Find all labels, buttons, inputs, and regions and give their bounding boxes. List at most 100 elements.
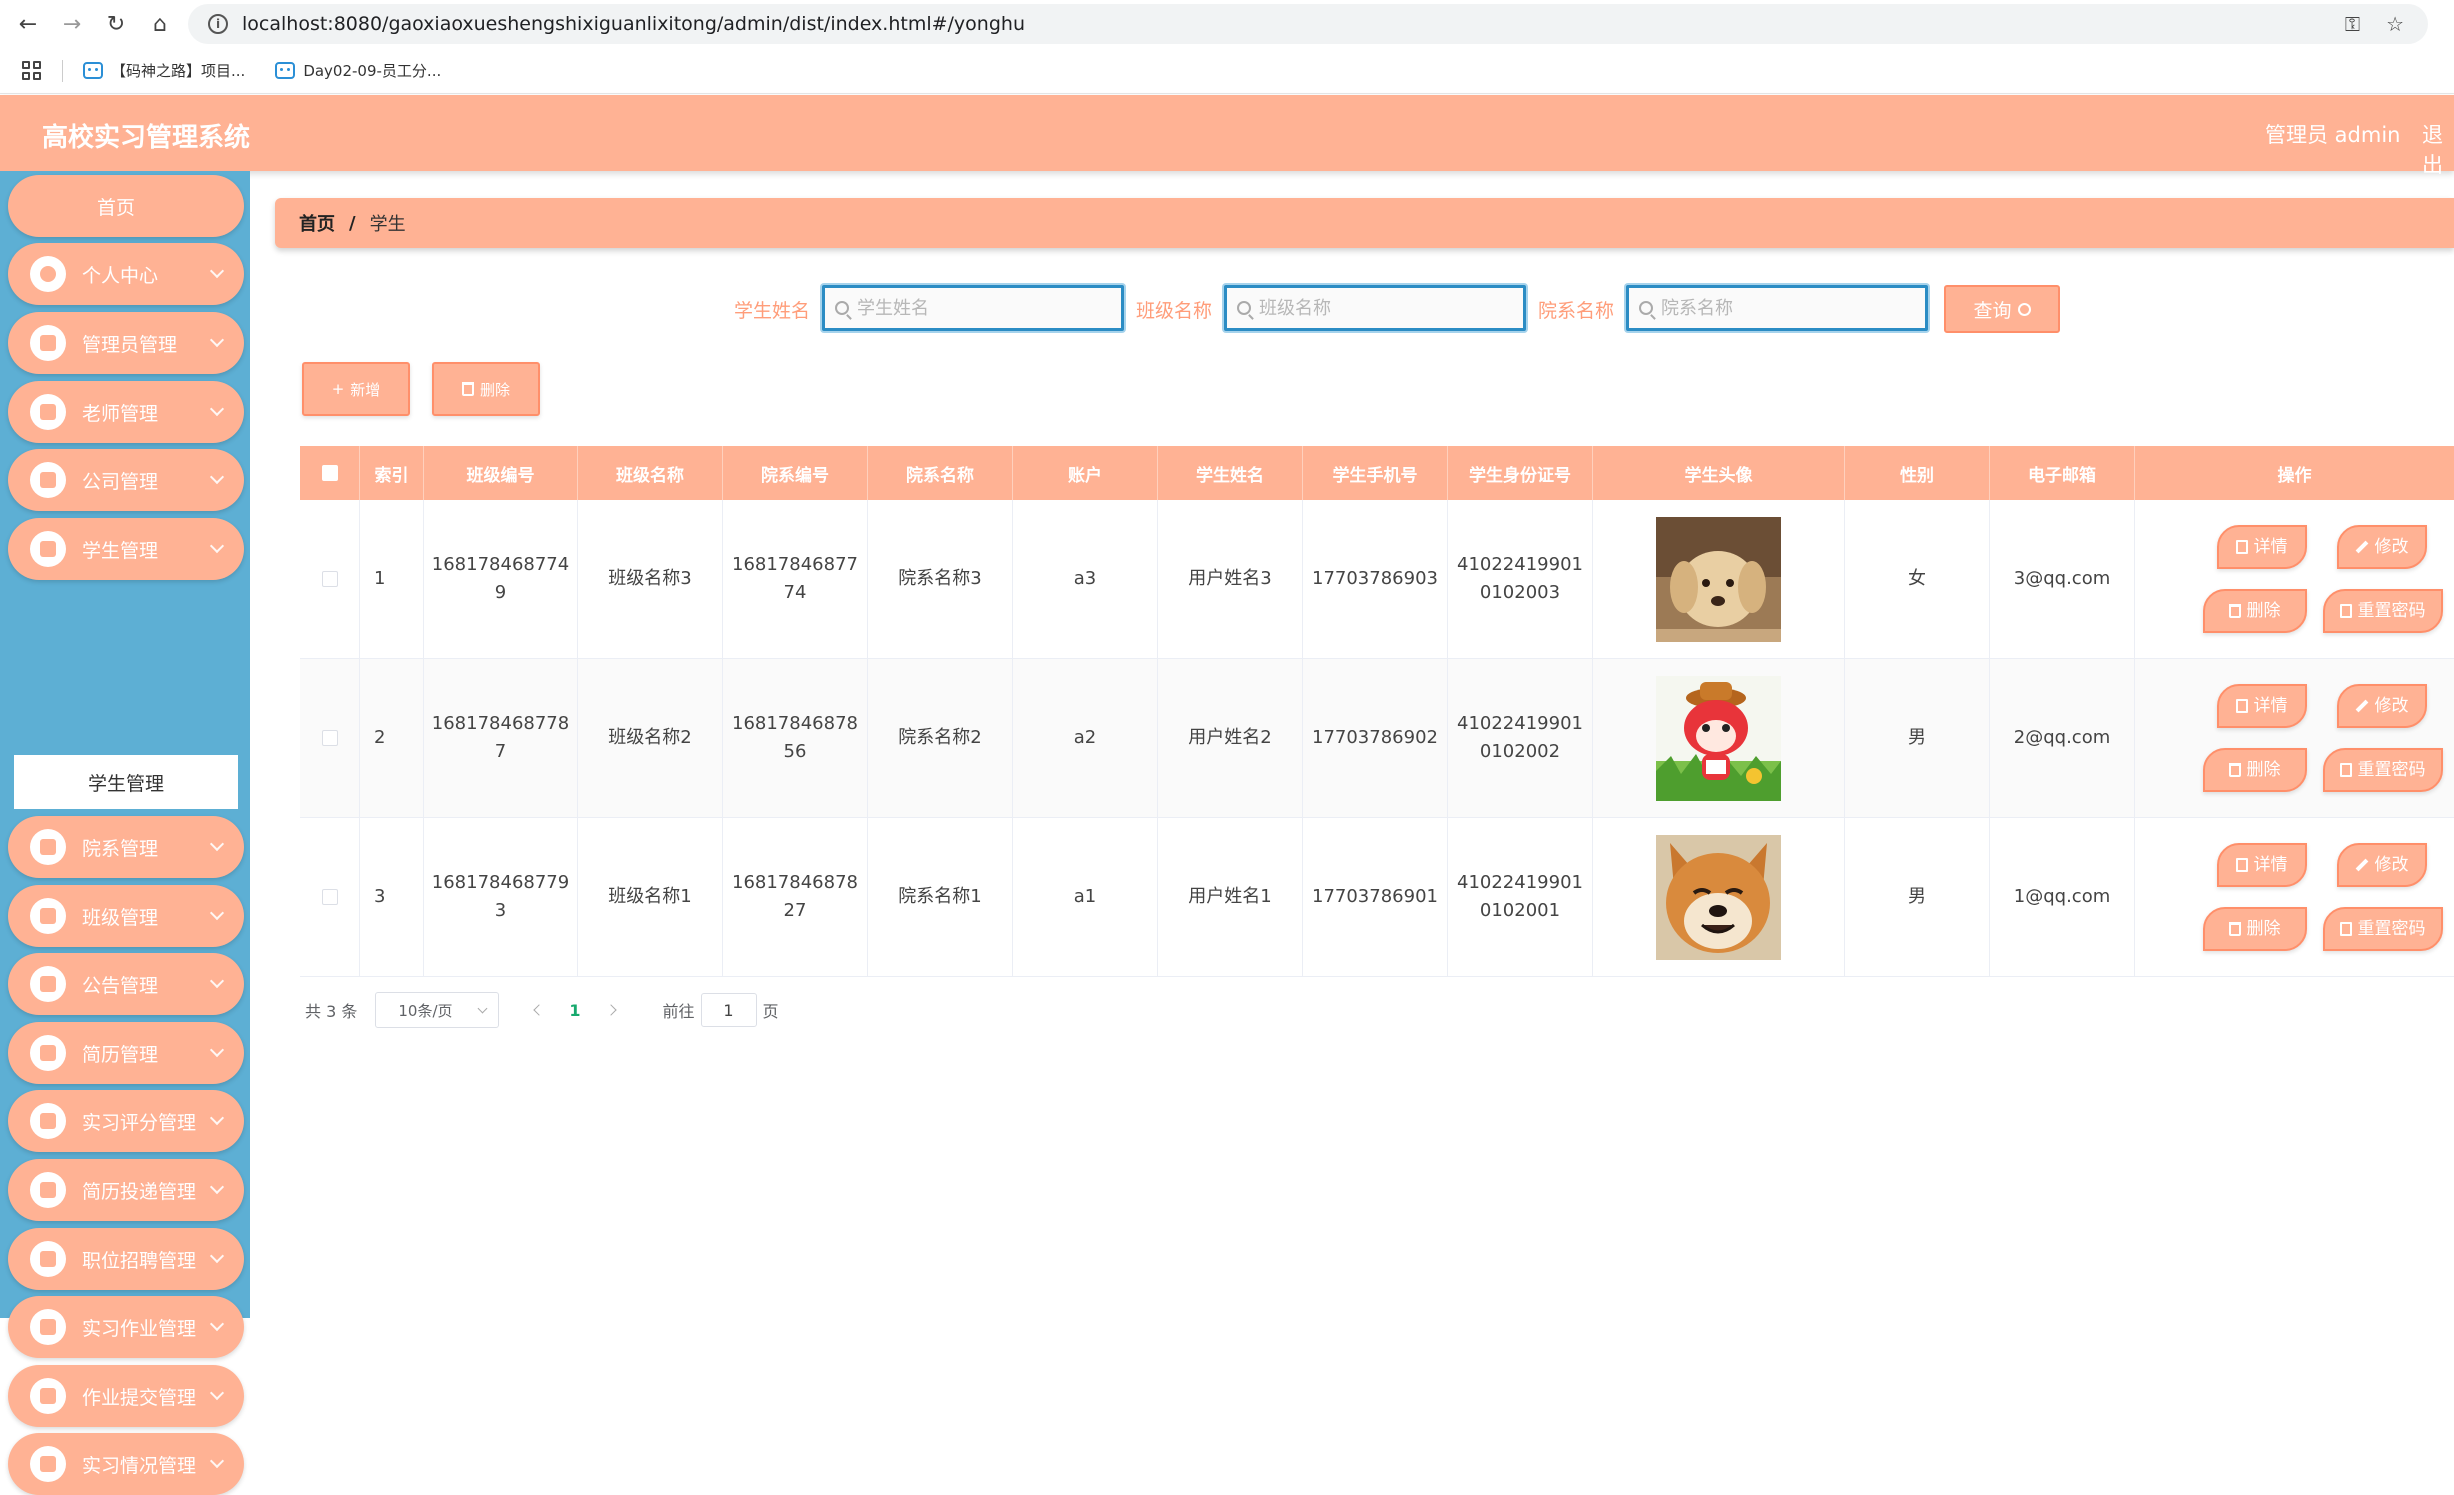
bookmark-item[interactable]: Day02-09-员工分... xyxy=(275,60,441,81)
cell-student-name: 用户姓名2 xyxy=(1158,659,1303,817)
grid-icon xyxy=(30,462,66,498)
password-key-icon[interactable]: ⚿ xyxy=(2345,12,2360,36)
col-student-name: 学生姓名 xyxy=(1158,446,1303,500)
delete-row-button[interactable]: 删除 xyxy=(2202,907,2307,951)
sidebar-item-score[interactable]: 实习评分管理 xyxy=(8,1090,244,1152)
sidebar-item-notice[interactable]: 公告管理 xyxy=(8,953,244,1015)
sidebar-item-student[interactable]: 学生管理 xyxy=(8,518,244,580)
bookmarks-bar: 【码神之路】项目... Day02-09-员工分... xyxy=(0,48,2454,94)
site-info-icon[interactable]: i xyxy=(208,14,228,34)
delete-button[interactable]: 删除 xyxy=(432,362,540,416)
sidebar-item-teacher[interactable]: 老师管理 xyxy=(8,381,244,443)
row-checkbox[interactable] xyxy=(321,730,338,746)
sidebar-item-recruit[interactable]: 职位招聘管理 xyxy=(8,1228,244,1290)
reset-password-button[interactable]: 重置密码 xyxy=(2322,907,2443,951)
page-suffix: 页 xyxy=(762,1002,779,1021)
select-all-checkbox-cell[interactable] xyxy=(300,446,360,500)
edit-button[interactable]: 修改 xyxy=(2336,843,2427,887)
select-all-checkbox[interactable] xyxy=(321,465,338,481)
grid-icon xyxy=(30,325,66,361)
breadcrumb-separator: / xyxy=(349,212,356,234)
row-checkbox[interactable] xyxy=(321,889,338,905)
cell-id-card: 410224199010102003 xyxy=(1448,500,1593,658)
sidebar-item-admin[interactable]: 管理员管理 xyxy=(8,312,244,374)
chevron-down-icon xyxy=(209,469,225,485)
puppy-avatar-image[interactable] xyxy=(1656,516,1781,642)
detail-button[interactable]: 详情 xyxy=(2216,684,2307,728)
sidebar-item-resume-delivery[interactable]: 简历投递管理 xyxy=(8,1159,244,1221)
reset-password-button[interactable]: 重置密码 xyxy=(2322,748,2443,792)
sidebar-item-resume[interactable]: 简历管理 xyxy=(8,1022,244,1084)
trash-icon xyxy=(2228,604,2241,618)
grid-icon xyxy=(30,1378,66,1414)
submenu-item-student-manage[interactable]: 学生管理 xyxy=(14,755,238,809)
back-icon[interactable]: ← xyxy=(6,2,50,46)
delete-row-button[interactable]: 删除 xyxy=(2202,589,2307,633)
cell-index: 3 xyxy=(360,818,424,976)
chevron-down-icon xyxy=(209,332,225,348)
total-count: 共 3 条 xyxy=(305,1002,358,1021)
shiba-avatar-image[interactable] xyxy=(1656,834,1781,960)
search-icon xyxy=(1639,301,1653,315)
page-number-current[interactable]: 1 xyxy=(569,1001,580,1020)
col-class-no: 班级编号 xyxy=(424,446,578,500)
grid-icon xyxy=(30,1172,66,1208)
dept-name-input[interactable] xyxy=(1626,285,1928,331)
admin-label: 管理员 admin xyxy=(2265,123,2401,147)
sidebar-item-company[interactable]: 公司管理 xyxy=(8,449,244,511)
reset-password-button[interactable]: 重置密码 xyxy=(2322,589,2443,633)
pencil-icon xyxy=(2355,699,2368,713)
cell-operations: 详情 修改 删除 重置密码 xyxy=(2135,659,2454,817)
delete-row-button[interactable]: 删除 xyxy=(2202,748,2307,792)
detail-button[interactable]: 详情 xyxy=(2216,525,2307,569)
cell-class-name: 班级名称2 xyxy=(578,659,723,817)
sidebar-item-internship-status[interactable]: 实习情况管理 xyxy=(8,1433,244,1495)
cell-class-no: 1681784687787 xyxy=(424,659,578,817)
bookmark-item[interactable]: 【码神之路】项目... xyxy=(83,60,245,81)
query-button[interactable]: 查询 xyxy=(1944,285,2060,333)
row-checkbox[interactable] xyxy=(321,571,338,587)
next-page-icon[interactable] xyxy=(604,1004,617,1016)
cell-account: a3 xyxy=(1013,500,1158,658)
logout-link[interactable]: 退出 xyxy=(2422,119,2454,179)
chevron-down-icon xyxy=(209,1248,225,1264)
document-icon xyxy=(2235,540,2248,554)
bookmark-star-icon[interactable]: ☆ xyxy=(2386,12,2404,36)
chevron-down-icon xyxy=(209,1385,225,1401)
reload-icon[interactable]: ↻ xyxy=(94,2,138,46)
cartoon-fox-avatar-image[interactable] xyxy=(1656,675,1781,801)
cell-dept-name: 院系名称2 xyxy=(868,659,1013,817)
sidebar-item-homework-submit[interactable]: 作业提交管理 xyxy=(8,1365,244,1427)
sidebar-item-profile[interactable]: 个人中心 xyxy=(8,243,244,305)
send-icon xyxy=(30,1241,66,1277)
forward-icon[interactable]: → xyxy=(50,2,94,46)
browser-toolbar: ← → ↻ ⌂ i localhost:8080/gaoxiaoxuesheng… xyxy=(0,0,2454,48)
detail-button[interactable]: 详情 xyxy=(2216,843,2307,887)
trash-icon xyxy=(2228,922,2241,936)
student-name-input[interactable] xyxy=(822,285,1124,331)
apps-icon[interactable] xyxy=(22,60,42,81)
col-avatar: 学生头像 xyxy=(1593,446,1845,500)
sidebar-item-class[interactable]: 班级管理 xyxy=(8,885,244,947)
edit-button[interactable]: 修改 xyxy=(2336,684,2427,728)
cell-id-card: 410224199010102002 xyxy=(1448,659,1593,817)
pencil-icon xyxy=(2355,540,2368,554)
chevron-down-icon xyxy=(209,1042,225,1058)
col-account: 账户 xyxy=(1013,446,1158,500)
edit-button[interactable]: 修改 xyxy=(2336,525,2427,569)
student-table: 索引 班级编号 班级名称 院系编号 院系名称 账户 学生姓名 学生手机号 学生身… xyxy=(300,446,2454,977)
sidebar-item-home[interactable]: 首页 xyxy=(8,175,244,237)
prev-page-icon[interactable] xyxy=(533,1004,546,1016)
goto-page-input[interactable]: 1 xyxy=(700,993,757,1027)
home-icon[interactable]: ⌂ xyxy=(138,2,182,46)
breadcrumb-home[interactable]: 首页 xyxy=(299,210,335,236)
address-bar[interactable]: i localhost:8080/gaoxiaoxueshengshixigua… xyxy=(188,4,2428,44)
class-name-input[interactable] xyxy=(1224,285,1526,331)
page-size-select[interactable]: 10条/页 xyxy=(375,992,500,1028)
grid-icon xyxy=(30,1309,66,1345)
app-header: 高校实习管理系统 管理员 admin 退出 xyxy=(0,95,2454,177)
sidebar-item-department[interactable]: 院系管理 xyxy=(8,816,244,878)
sidebar-item-homework[interactable]: 实习作业管理 xyxy=(8,1296,244,1358)
bilibili-icon xyxy=(275,62,296,79)
add-button[interactable]: + 新增 xyxy=(302,362,410,416)
